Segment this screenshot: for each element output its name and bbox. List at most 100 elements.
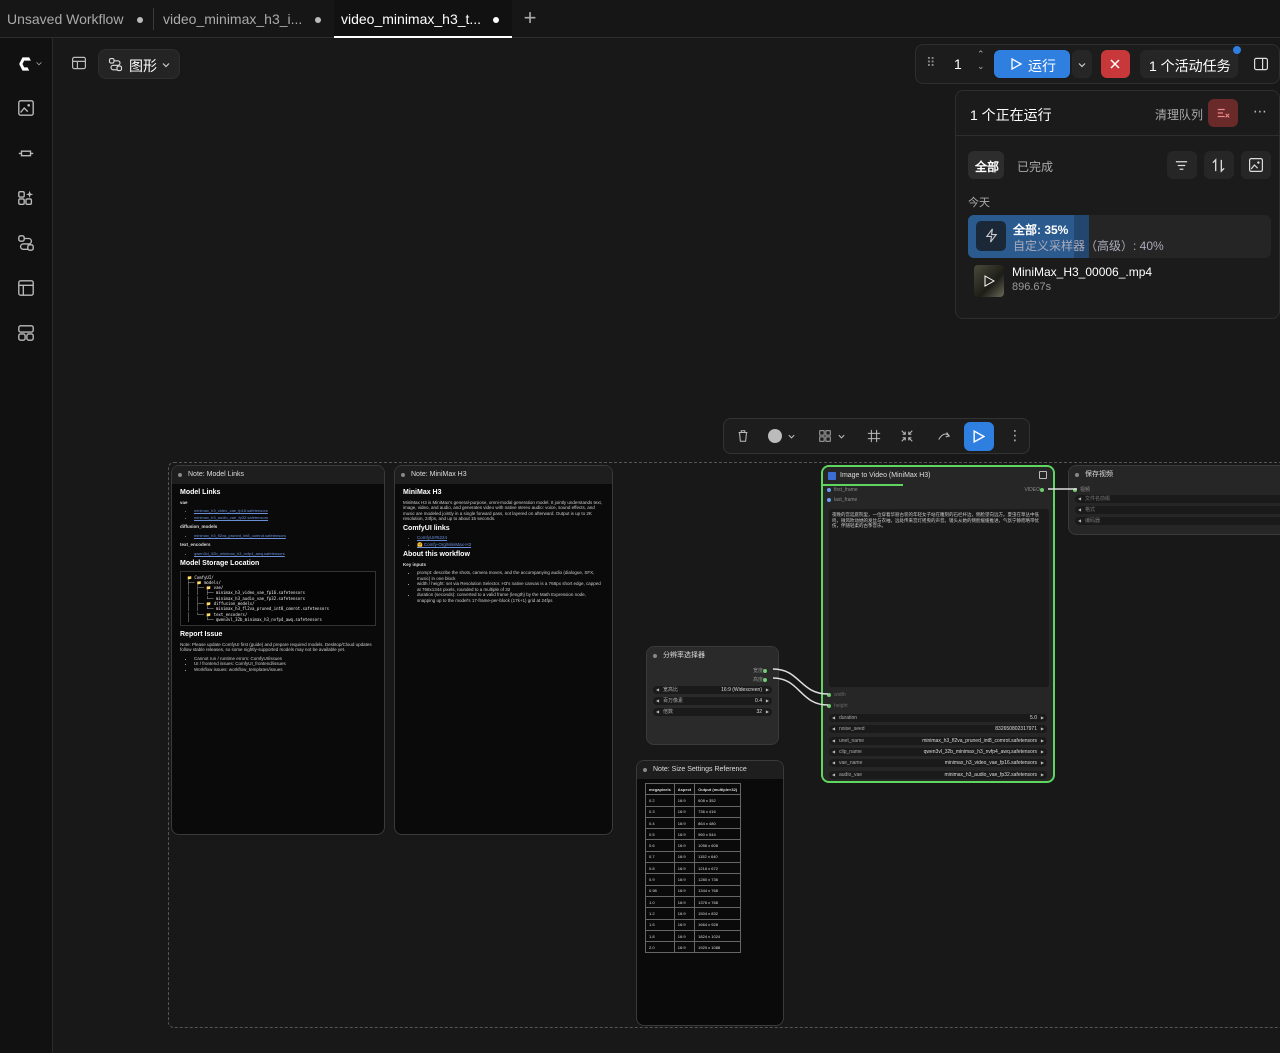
trash-icon[interactable] [736,429,750,443]
widget-unet-name[interactable]: unet_name minimax_h3_fl2va_pruned_int8_co… [829,736,1047,745]
collapse-icon[interactable] [900,429,914,443]
table-cell: 1216 x 672 [694,862,742,875]
sidebar-images-button[interactable] [15,97,37,119]
run-button[interactable]: 运行 [994,50,1070,78]
table-cell: 1504 x 832 [694,907,742,920]
aspect-ratio-widget[interactable]: 宽高比 16:9 (Widescreen) [653,686,772,694]
storage-tree: 📁 ComfyUI/ ├── 📁 models/ │ ├── 📁 vae/ │ … [180,570,376,627]
widget-duration[interactable]: duration 5.0 [829,714,1047,722]
input-width[interactable]: width [827,692,846,698]
batch-stepper[interactable]: ⌃ ⌄ [977,48,985,72]
table-cell: 0.9 [645,873,675,886]
huggingface-link[interactable]: 🤗 Comfy-Org/MiniMax-H3 [417,542,604,549]
expand-icon[interactable] [1039,471,1047,479]
play-icon [984,275,995,287]
run-mode-dropdown[interactable] [1072,50,1092,78]
drag-handle-icon[interactable]: ⠿ [926,55,936,71]
text-encoder-link[interactable]: qwen3vl_32b_minimax_h3_nvfp4_awq.safeten… [194,551,376,558]
sidebar-templates-button[interactable] [15,277,37,299]
view-mode-dropdown[interactable]: 图形 [98,49,180,79]
codec-widget[interactable]: 编码器 [1075,517,1280,525]
prompt-textarea[interactable]: 夜晚的宫廷庭院里，一位穿着华丽古装的年轻女子站在雕刻的石栏杆边，侧脸望向远方。夏… [829,509,1049,687]
input-first-frame[interactable]: first_frame [827,487,858,493]
storage-heading: Model Storage Location [180,560,260,567]
diffusion-link[interactable]: minimax_h3_fl2va_pruned_int8_comrot.safe… [194,533,376,540]
running-job-item[interactable]: 全部: 35% 自定义采样器（高级）: 40% [968,215,1271,258]
widget-value: 5.0 [1030,715,1037,721]
input-height[interactable]: height [827,703,848,709]
tab-unsaved-workflow[interactable]: Unsaved Workflow [0,0,152,38]
node-image-to-video[interactable]: Image to Video (MiniMax H3) first_frame … [821,465,1055,783]
model-links-heading: Model Links [180,489,221,496]
report-workflow-link[interactable]: Workflow issues: workflow_templates/issu… [194,667,376,673]
filter-all-tab[interactable]: 全部 [968,151,1004,179]
filename-prefix-widget[interactable]: 文件名前缀 [1075,495,1280,503]
active-tasks-button[interactable]: 1 个活动任务 [1140,46,1241,78]
table-cell: 16:9 [673,941,696,954]
table-cell: 608 x 352 [694,794,742,807]
panel-icon [72,56,86,70]
widget-noise-seed[interactable]: noise_seed 832650802317971 [829,725,1047,734]
queue-title: 1 个正在运行 [970,107,1052,123]
more-options-icon[interactable]: ⋯ [1253,103,1267,120]
widget-value: minimax_h3_video_vae_fp16.safetensors [944,760,1037,767]
input-last-frame[interactable]: last_frame [827,497,857,503]
run-selected-button[interactable] [964,422,994,451]
completed-job-item[interactable]: MiniMax_H3_00006_.mp4 896.67s [968,263,1271,299]
toggle-panel-button[interactable] [62,49,96,79]
note-minimax-h3[interactable]: Note: MiniMax H3 MiniMax H3 MiniMax H3 i… [394,465,613,835]
widget-label: 文件名前缀 [1085,496,1111,502]
widget-label: 宽高比 [663,687,679,693]
sort-button[interactable] [1204,151,1234,179]
grid-align-icon[interactable] [818,429,832,443]
input-video[interactable]: 视频 [1073,486,1090,493]
cancel-run-button[interactable] [1101,50,1130,78]
filter-button[interactable] [1167,151,1197,179]
api-node-icon [828,472,836,480]
audio-vae-link[interactable]: minimax_h3_audio_vae_fp32.safetensors [194,515,376,522]
multiple-widget[interactable]: 倍数 32 [653,708,772,716]
sidebar-workflows-button[interactable] [15,232,37,254]
output-video[interactable]: VIDEO [1024,487,1047,493]
widget-value: 16:9 (Widescreen) [721,687,762,693]
tab-video-minimax-i2v[interactable]: video_minimax_h3_i... [156,0,332,38]
node-resolution-selector[interactable]: 分辨率选择器 宽度 高度 宽高比 16:9 (Widescreen) 百万像素 0.… [646,646,779,745]
table-cell: 1056 x 608 [694,839,742,852]
megapixels-widget[interactable]: 百万像素 0.4 [653,697,772,705]
table-cell: 0.5 [645,828,675,841]
widget-clip-name[interactable]: clip_name qwen3vl_32b_minimax_h3_nvfp4_aw… [829,747,1047,756]
table-cell: 864 x 480 [694,816,742,830]
add-tab-button[interactable]: + [520,7,540,29]
widget-audio-vae[interactable]: audio_vae minimax_h3_audio_vae_fp32.safet… [829,770,1047,779]
table-row: 0.4 16:9 864 x 480 [645,816,742,830]
node-save-video[interactable]: 保存视频 视频 文件名前缀 格式 编码器 [1068,465,1280,535]
comfy-logo-menu[interactable] [14,53,44,75]
table-row: 0.3 16:9 736 x 416 [645,805,742,818]
sidebar-nodes-button[interactable] [15,142,37,164]
diffusion-heading: diffusion_models [180,524,218,529]
view-mode-label: 图形 [129,58,157,74]
widget-vae-name[interactable]: vae_name minimax_h3_video_vae_fp16.safete… [829,759,1047,768]
sidebar-apps-button[interactable] [15,322,37,344]
tab-video-minimax-t2v[interactable]: video_minimax_h3_t... [334,0,512,38]
bypass-icon[interactable] [937,429,951,443]
note-size-settings[interactable]: Note: Size Settings Reference megapixels… [636,760,784,1026]
table-cell: 0.3 [645,805,675,818]
toggle-right-panel-button[interactable] [1248,50,1276,78]
batch-count-input[interactable]: 1 [954,56,962,72]
frame-icon[interactable] [867,429,881,443]
output-width[interactable]: 宽度 [753,667,770,674]
text-encoder-heading: text_encoders [180,542,211,547]
filter-done-tab[interactable]: 已完成 [1017,158,1053,175]
sidebar-models-button[interactable] [15,187,37,209]
format-widget[interactable]: 格式 [1075,506,1280,514]
note-model-links[interactable]: Note: Model Links Model Links vae minima… [171,465,385,835]
output-height[interactable]: 高度 [753,676,770,683]
node-title: Note: Model Links [172,466,384,484]
output-height-label: 高度 [752,677,763,683]
color-picker-icon[interactable] [768,429,782,443]
unsaved-dot-icon [137,17,143,23]
more-vertical-icon[interactable]: ⋮ [1008,427,1022,444]
gallery-view-button[interactable] [1241,151,1271,179]
clear-queue-button[interactable] [1208,99,1238,127]
